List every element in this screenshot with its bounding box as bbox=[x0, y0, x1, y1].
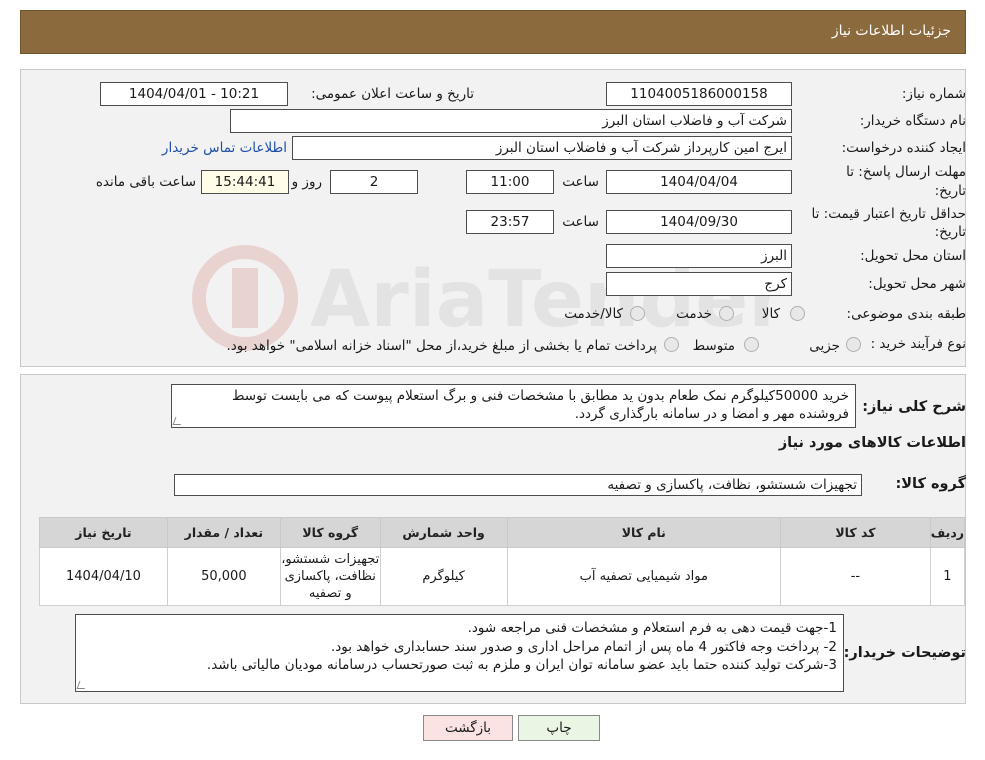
category-service-radio[interactable] bbox=[719, 306, 734, 321]
back-button[interactable]: بازگشت bbox=[423, 715, 513, 741]
treasury-payment-checkbox[interactable] bbox=[664, 337, 679, 352]
cell-row: 1 bbox=[929, 547, 966, 606]
category-goods-service-radio[interactable] bbox=[630, 306, 645, 321]
treasury-payment-note: پرداخت تمام یا بخشی از مبلغ خرید،از محل … bbox=[226, 338, 657, 354]
buyer-notes-label: توضیحات خریدار: bbox=[843, 645, 966, 661]
cell-unit: کیلوگرم bbox=[379, 547, 508, 606]
days-label: روز و bbox=[291, 174, 322, 190]
process-minor-radio[interactable] bbox=[846, 337, 861, 352]
announce-label: تاریخ و ساعت اعلان عمومی: bbox=[311, 86, 474, 102]
col-need-date: تاریخ نیاز bbox=[39, 517, 168, 548]
table-row: 1 -- مواد شیمیایی تصفیه آب کیلوگرم تجهیز… bbox=[39, 547, 966, 606]
cell-name: مواد شیمیایی تصفیه آب bbox=[506, 547, 782, 606]
creator-field: ایرج امین کارپرداز شرکت آب و فاضلاب استا… bbox=[292, 136, 792, 160]
price-validity-time-label: ساعت bbox=[562, 214, 599, 230]
process-minor-label: جزیی bbox=[809, 338, 840, 354]
category-goods-service-label: کالا/خدمت bbox=[564, 306, 623, 322]
buyer-notes-textarea: 1-جهت قیمت دهی به فرم استعلام و مشخصات ف… bbox=[75, 614, 844, 692]
remaining-time-label: ساعت باقی مانده bbox=[95, 174, 196, 190]
col-code: کد کالا bbox=[780, 517, 931, 548]
deadline-label-2: تاریخ: bbox=[934, 183, 966, 199]
price-validity-date-field: 1404/09/30 bbox=[606, 210, 792, 234]
description-label: شرح کلی نیاز: bbox=[862, 399, 966, 415]
province-field: البرز bbox=[606, 244, 792, 268]
goods-table: ردیف کد کالا نام کالا واحد شمارش گروه کا… bbox=[39, 517, 966, 606]
city-label: شهر محل تحویل: bbox=[868, 276, 966, 292]
process-medium-radio[interactable] bbox=[744, 337, 759, 352]
cell-quantity: 50,000 bbox=[166, 547, 281, 606]
goods-group-label: گروه کالا: bbox=[895, 476, 966, 492]
buyer-note-line: 3-شرکت تولید کننده حتما باید عضو سامانه … bbox=[206, 657, 837, 673]
goods-table-header: ردیف کد کالا نام کالا واحد شمارش گروه کا… bbox=[39, 517, 966, 548]
cell-need-date: 1404/04/10 bbox=[39, 547, 168, 606]
province-label: استان محل تحویل: bbox=[860, 248, 966, 264]
buyer-label: نام دستگاه خریدار: bbox=[859, 113, 966, 129]
need-number-label: شماره نیاز: bbox=[901, 86, 966, 102]
buyer-note-line: 2- پرداخت وجه فاکتور 4 ماه پس از اتمام م… bbox=[330, 638, 837, 655]
need-number-field: 1104005186000158 bbox=[606, 82, 792, 106]
creator-label: ایجاد کننده درخواست: bbox=[841, 140, 966, 156]
description-text: خرید 50000کیلوگرم نمک طعام بدون ید مطابق… bbox=[231, 388, 849, 422]
process-medium-label: متوسط bbox=[692, 338, 735, 354]
cell-group: تجهیزات شستشو، نظافت، پاکسازی و تصفیه bbox=[279, 547, 381, 606]
goods-group-field: تجهیزات شستشو، نظافت، پاکسازی و تصفیه bbox=[174, 474, 862, 496]
buyer-contact-link[interactable]: اطلاعات تماس خریدار bbox=[162, 140, 287, 156]
deadline-time-label: ساعت bbox=[562, 174, 599, 190]
col-row: ردیف bbox=[929, 517, 966, 548]
print-button[interactable]: چاپ bbox=[518, 715, 600, 741]
category-service-label: خدمت bbox=[676, 306, 712, 322]
col-unit: واحد شمارش bbox=[379, 517, 508, 548]
remaining-time-field: 15:44:41 bbox=[201, 170, 289, 194]
buyer-note-line: 1-جهت قیمت دهی به فرم استعلام و مشخصات ف… bbox=[467, 620, 837, 636]
announce-datetime-field: 1404/04/01 - 10:21 bbox=[100, 82, 288, 106]
deadline-label: مهلت ارسال پاسخ: تا bbox=[846, 164, 966, 180]
description-textarea: خرید 50000کیلوگرم نمک طعام بدون ید مطابق… bbox=[171, 384, 856, 428]
resize-handle-icon[interactable] bbox=[172, 417, 184, 425]
col-group: گروه کالا bbox=[279, 517, 381, 548]
deadline-time-field: 11:00 bbox=[466, 170, 554, 194]
price-validity-time-field: 23:57 bbox=[466, 210, 554, 234]
col-name: نام کالا bbox=[506, 517, 782, 548]
category-label: طبقه بندی موضوعی: bbox=[846, 306, 966, 322]
resize-handle-icon[interactable] bbox=[76, 681, 88, 689]
category-goods-label: کالا bbox=[761, 306, 780, 322]
price-validity-label: حداقل تاریخ اعتبار قیمت: تا bbox=[811, 206, 966, 222]
category-goods-radio[interactable] bbox=[790, 306, 805, 321]
city-field: کرج bbox=[606, 272, 792, 296]
svg-text:AriaTender.neT: AriaTender.neT bbox=[310, 255, 770, 345]
process-type-label: نوع فرآیند خرید : bbox=[870, 336, 966, 352]
deadline-date-field: 1404/04/04 bbox=[606, 170, 792, 194]
cell-code: -- bbox=[780, 547, 931, 606]
days-remaining-field: 2 bbox=[330, 170, 418, 194]
buyer-field: شرکت آب و فاضلاب استان البرز bbox=[230, 109, 792, 133]
goods-section-title: اطلاعات کالاهای مورد نیاز bbox=[778, 435, 966, 451]
price-validity-label-2: تاریخ: bbox=[934, 224, 966, 240]
page-header: جزئیات اطلاعات نیاز bbox=[20, 10, 966, 54]
page-title: جزئیات اطلاعات نیاز bbox=[831, 23, 951, 39]
col-quantity: تعداد / مقدار bbox=[166, 517, 281, 548]
